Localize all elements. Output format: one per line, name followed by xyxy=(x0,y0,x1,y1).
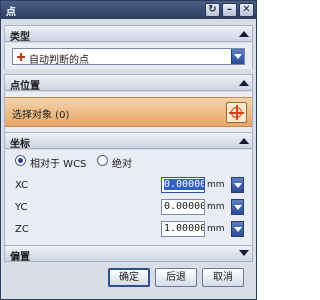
xc-unit: mm xyxy=(207,180,225,190)
yc-options-arrow-icon[interactable] xyxy=(231,199,244,215)
xc-value: 0.000000 xyxy=(164,179,204,190)
zc-label: ZC xyxy=(15,224,29,235)
cancel-button[interactable]: 取消 xyxy=(202,268,244,287)
yc-input[interactable]: 0.000000 xyxy=(161,199,205,215)
point-dialog-button[interactable] xyxy=(226,102,247,123)
collapse-up-icon[interactable] xyxy=(238,78,249,87)
coordinates-section-title: 坐标 xyxy=(10,139,30,150)
zc-value: 1.000000 xyxy=(164,223,204,234)
xc-input[interactable]: 0.000000 xyxy=(161,177,205,193)
point-location-section-title: 点位置 xyxy=(10,81,40,92)
minimize-icon[interactable]: – xyxy=(222,3,237,17)
point-location-section-header[interactable]: 点位置 xyxy=(4,74,253,92)
yc-unit: mm xyxy=(207,202,225,212)
radio-relative-wcs[interactable] xyxy=(15,155,26,166)
zc-unit: mm xyxy=(207,224,225,234)
collapse-up-icon[interactable] xyxy=(238,29,249,38)
dropdown-arrow-icon[interactable] xyxy=(231,49,244,64)
title-bar[interactable]: 点 ↻ – ✕ xyxy=(1,1,256,19)
radio-absolute[interactable] xyxy=(97,155,108,166)
xc-options-arrow-icon[interactable] xyxy=(231,177,244,193)
select-object-label: 选择对象 (0) xyxy=(12,110,70,121)
point-type-dropdown[interactable]: 自动判断的点 xyxy=(12,48,245,66)
point-dialog: 点 ↻ – ✕ 类型 自动判断的点 点位置 选择对象 (0) 坐标 相对于 WC… xyxy=(0,0,257,300)
close-icon[interactable]: ✕ xyxy=(239,3,254,17)
type-section-header[interactable]: 类型 xyxy=(4,25,253,43)
expand-down-icon[interactable] xyxy=(238,249,249,258)
type-section-title: 类型 xyxy=(10,32,30,43)
inferred-point-icon xyxy=(17,53,25,61)
window-title: 点 xyxy=(6,7,16,18)
yc-value: 0.000000 xyxy=(164,201,204,212)
crosshair-v xyxy=(236,105,238,120)
back-button[interactable]: 后退 xyxy=(155,268,197,287)
zc-input[interactable]: 1.000000 xyxy=(161,221,205,237)
radio-relative-label[interactable]: 相对于 WCS xyxy=(30,155,86,170)
point-type-value: 自动判断的点 xyxy=(29,55,89,66)
xc-label: XC xyxy=(15,180,29,191)
reset-icon[interactable]: ↻ xyxy=(205,3,220,17)
yc-label: YC xyxy=(15,202,28,213)
collapse-up-icon[interactable] xyxy=(238,136,249,145)
select-object-row[interactable]: 选择对象 (0) xyxy=(5,97,252,127)
offset-section-header[interactable]: 偏置 xyxy=(4,245,253,263)
radio-absolute-label[interactable]: 绝对 xyxy=(112,155,132,170)
ok-button[interactable]: 确定 xyxy=(108,268,150,287)
coordinates-section-header[interactable]: 坐标 xyxy=(4,132,253,150)
zc-options-arrow-icon[interactable] xyxy=(231,221,244,237)
offset-section-title: 偏置 xyxy=(10,252,30,263)
